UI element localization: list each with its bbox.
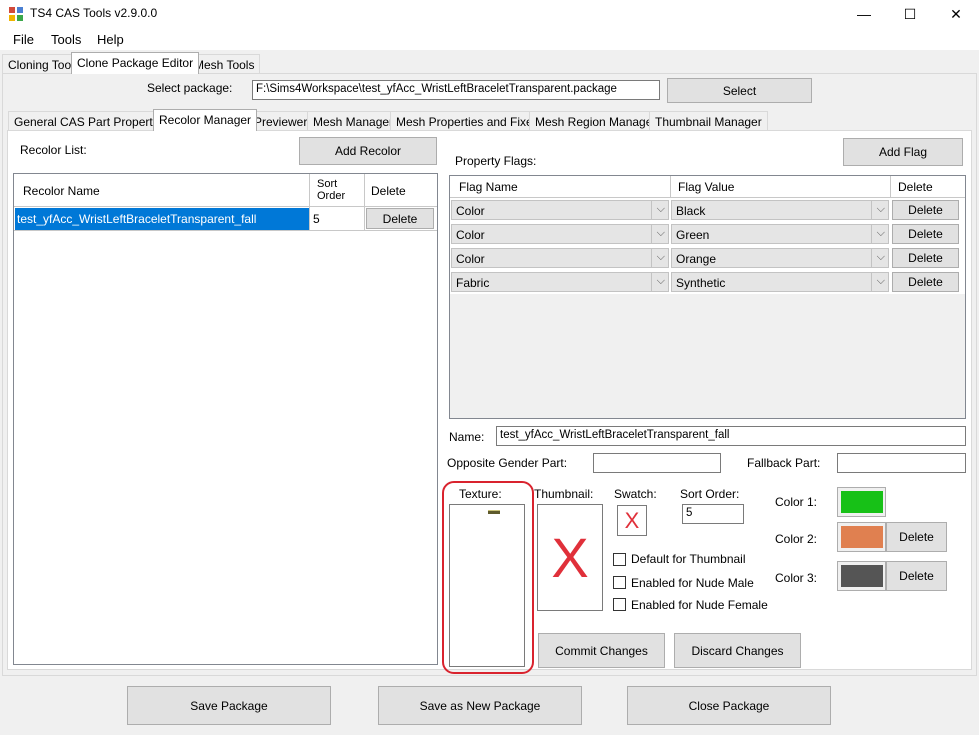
color-3-swatch[interactable] [837,561,886,591]
tab-cloning-tool[interactable]: Cloning Tool [2,54,80,74]
menu-bar [0,28,979,50]
menu-file[interactable]: File [13,32,34,47]
chevron-down-icon: ⌵ [656,275,665,287]
flag-value-select[interactable]: Black ⌵ [671,200,889,220]
color-1-label: Color 1: [775,495,818,509]
add-flag-button[interactable]: Add Flag [843,138,963,166]
swatch-preview[interactable]: X [617,505,647,536]
chevron-down-icon: ⌵ [656,251,665,263]
thumbnail-label: Thumbnail: [534,487,594,501]
property-flags-label: Property Flags: [455,154,537,168]
color-3-fill [841,565,883,587]
opposite-gender-part-input[interactable] [593,453,721,473]
app-icon [9,7,23,21]
column-flag-name: Flag Name [459,180,518,194]
chevron-down-icon: ⌵ [876,275,885,287]
color-1-swatch[interactable] [837,487,886,517]
chevron-down-icon: ⌵ [656,227,665,239]
select-package-label: Select package: [147,81,233,95]
missing-image-icon: X [551,526,589,589]
enabled-for-nude-female-checkbox[interactable] [613,598,626,611]
maximize-icon: ☐ [903,5,917,22]
close-icon: ✕ [950,5,962,22]
sort-order-input[interactable]: 5 [682,504,744,524]
color-3-label: Color 3: [775,571,818,585]
opposite-gender-part-label: Opposite Gender Part: [447,456,568,470]
color-3-delete-button[interactable]: Delete [886,561,947,591]
close-package-button[interactable]: Close Package [627,686,831,725]
recolor-row-sort[interactable]: 5 [313,212,320,226]
flag-delete-button[interactable]: Delete [892,248,959,268]
tab-recolor-manager[interactable]: Recolor Manager [153,109,258,131]
fallback-part-input[interactable] [837,453,966,473]
menu-tools[interactable]: Tools [51,32,81,47]
chevron-down-icon: ⌵ [876,251,885,263]
chevron-down-icon: ⌵ [876,227,885,239]
tab-thumbnail-manager[interactable]: Thumbnail Manager [649,111,768,131]
texture-label: Texture: [459,487,502,501]
flag-value-select[interactable]: Green ⌵ [671,224,889,244]
recolor-name-input[interactable]: test_yfAcc_WristLeftBraceletTransparent_… [496,426,966,446]
tab-mesh-manager[interactable]: Mesh Manager [307,111,400,131]
default-for-thumbnail-checkbox[interactable] [613,553,626,566]
window-title: TS4 CAS Tools v2.9.0.0 [30,6,158,20]
missing-image-icon: X [624,507,640,533]
tab-previewer[interactable]: Previewer [248,111,314,131]
chevron-down-icon: ⌵ [656,203,665,215]
commit-changes-button[interactable]: Commit Changes [538,633,665,668]
name-label: Name: [449,430,485,444]
enabled-for-nude-male-label: Enabled for Nude Male [631,576,754,590]
default-for-thumbnail-label: Default for Thumbnail [631,552,746,566]
texture-image [488,510,500,514]
flag-name-select[interactable]: Fabric ⌵ [451,272,669,292]
minimize-button[interactable]: — [841,0,887,28]
color-2-fill [841,526,883,548]
color-2-delete-button[interactable]: Delete [886,522,947,552]
tab-mesh-properties-and-fixers[interactable]: Mesh Properties and Fixers [390,111,549,131]
flag-name-select[interactable]: Color ⌵ [451,200,669,220]
color-2-swatch[interactable] [837,522,886,552]
column-flag-delete: Delete [898,180,933,194]
column-flag-value: Flag Value [678,180,735,194]
color-1-fill [841,491,883,513]
save-package-button[interactable]: Save Package [127,686,331,725]
recolor-list-label: Recolor List: [20,143,87,157]
enabled-for-nude-female-label: Enabled for Nude Female [631,598,768,612]
flag-value-select[interactable]: Orange ⌵ [671,248,889,268]
enabled-for-nude-male-checkbox[interactable] [613,576,626,589]
recolor-row-name[interactable]: test_yfAcc_WristLeftBraceletTransparent_… [15,208,309,230]
flag-delete-button[interactable]: Delete [892,200,959,220]
texture-preview[interactable] [449,504,525,667]
column-delete: Delete [371,184,406,198]
menu-help[interactable]: Help [97,32,124,47]
column-sort-order: Sort Order [317,178,346,202]
flag-name-select[interactable]: Color ⌵ [451,248,669,268]
flag-value-select[interactable]: Synthetic ⌵ [671,272,889,292]
select-package-button[interactable]: Select [667,78,812,103]
flag-name-select[interactable]: Color ⌵ [451,224,669,244]
recolor-row-delete-button[interactable]: Delete [366,208,434,229]
sort-order-label: Sort Order: [680,487,740,501]
recolor-list-grid: Recolor Name Sort Order Delete test_yfAc… [13,173,438,665]
package-path-input[interactable]: F:\Sims4Workspace\test_yfAcc_WristLeftBr… [252,80,660,100]
color-2-label: Color 2: [775,532,818,546]
property-flags-grid: Flag Name Flag Value Delete Color ⌵ Black… [449,175,966,419]
flag-delete-button[interactable]: Delete [892,272,959,292]
minimize-icon: — [857,6,871,22]
maximize-button[interactable]: ☐ [887,0,933,28]
close-window-button[interactable]: ✕ [933,0,979,28]
tab-general-cas-part-properties[interactable]: General CAS Part Properties [8,111,175,131]
discard-changes-button[interactable]: Discard Changes [674,633,801,668]
chevron-down-icon: ⌵ [876,203,885,215]
swatch-label: Swatch: [614,487,657,501]
flag-delete-button[interactable]: Delete [892,224,959,244]
save-as-new-package-button[interactable]: Save as New Package [378,686,582,725]
add-recolor-button[interactable]: Add Recolor [299,137,437,165]
column-recolor-name: Recolor Name [23,184,100,198]
tab-clone-package-editor[interactable]: Clone Package Editor [71,52,200,74]
tab-mesh-region-manager[interactable]: Mesh Region Manager [529,111,663,131]
fallback-part-label: Fallback Part: [747,456,821,470]
thumbnail-preview[interactable]: X [537,504,603,611]
